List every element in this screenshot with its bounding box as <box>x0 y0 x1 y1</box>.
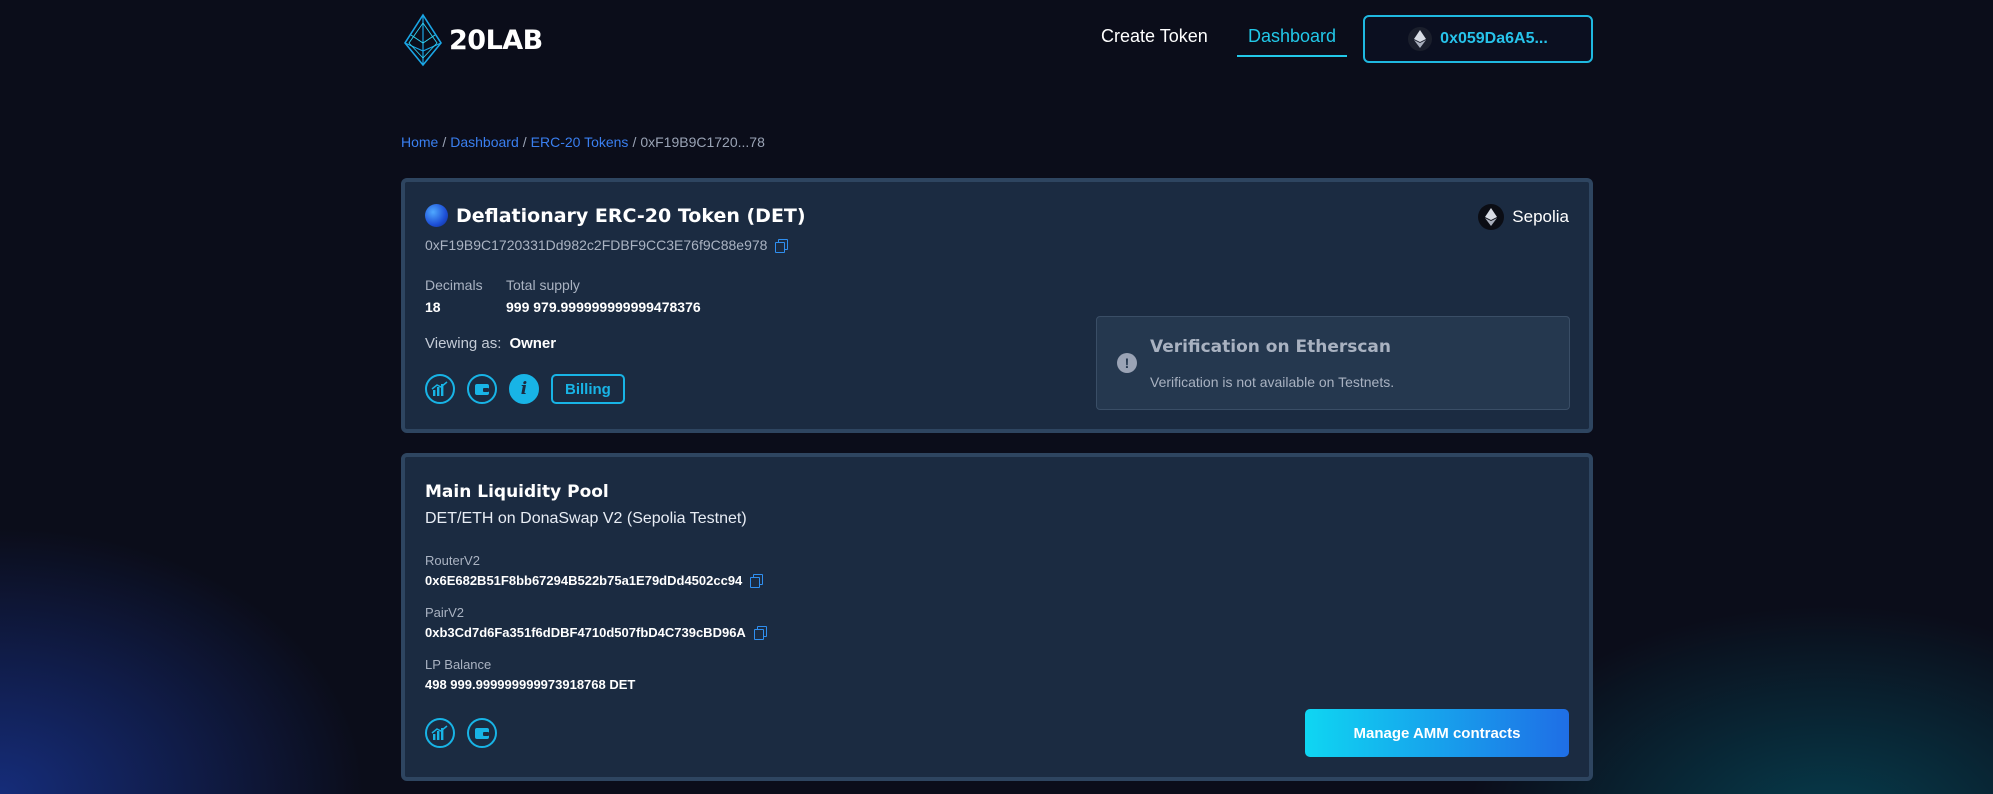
verification-title: Verification on Etherscan <box>1150 337 1391 357</box>
copy-icon[interactable] <box>750 574 764 588</box>
router-address: 0x6E682B51F8bb67294B522b75a1E79dDd4502cc… <box>425 573 743 588</box>
chart-icon[interactable] <box>425 718 455 748</box>
viewing-as-label: Viewing as: <box>425 335 502 352</box>
copy-icon[interactable] <box>775 238 789 253</box>
verification-panel: ! Verification on Etherscan Verification… <box>1096 316 1570 410</box>
pool-actions <box>425 718 509 748</box>
breadcrumb-current: 0xF19B9C1720...78 <box>640 134 765 150</box>
decimals-label: Decimals <box>425 277 483 293</box>
total-supply-value: 999 979.999999999999478376 <box>506 299 701 315</box>
router-value: 0x6E682B51F8bb67294B522b75a1E79dDd4502cc… <box>425 573 764 588</box>
breadcrumb-separator: / <box>522 134 527 150</box>
pool-title: Main Liquidity Pool <box>425 482 609 502</box>
pair-label: PairV2 <box>425 605 465 620</box>
logo-text: 20LAB <box>449 24 543 56</box>
info-icon-glyph: i <box>520 379 528 399</box>
ethereum-icon <box>1408 27 1433 51</box>
wallet-icon[interactable] <box>467 718 497 748</box>
alert-icon: ! <box>1117 353 1137 373</box>
token-actions: i Billing <box>425 374 625 404</box>
token-name: Deflationary ERC-20 Token (DET) <box>456 204 806 227</box>
wallet-icon[interactable] <box>467 374 497 404</box>
pair-address: 0xb3Cd7d6Fa351f6dDBF4710d507fbD4C739cBD9… <box>425 625 746 640</box>
verification-subtitle: Verification is not available on Testnet… <box>1150 374 1395 390</box>
token-header: Deflationary ERC-20 Token (DET) <box>425 204 806 227</box>
router-label: RouterV2 <box>425 553 480 568</box>
decimals-value: 18 <box>425 299 441 315</box>
lp-balance-value: 498 999.999999999973918768 DET <box>425 677 636 692</box>
top-nav: 20LAB Create Token Dashboard 0x059Da6A5.… <box>401 0 1593 80</box>
viewing-as: Viewing as: Owner <box>425 335 556 352</box>
lp-balance-label: LP Balance <box>425 657 492 672</box>
logo[interactable]: 20LAB <box>401 13 543 67</box>
logo-icon <box>404 13 442 67</box>
total-supply-label: Total supply <box>506 277 580 293</box>
breadcrumb-erc20-tokens[interactable]: ERC-20 Tokens <box>531 134 629 150</box>
nav-create-token[interactable]: Create Token <box>1101 26 1208 47</box>
breadcrumb: Home / Dashboard / ERC-20 Tokens/0xF19B9C172… <box>401 134 765 150</box>
router-field: RouterV2 0x6E682B51F8bb67294B522b75a1E79… <box>425 553 764 588</box>
page: 20LAB Create Token Dashboard 0x059Da6A5.… <box>401 0 1593 781</box>
network-name: Sepolia <box>1512 207 1569 226</box>
chart-icon[interactable] <box>425 374 455 404</box>
pair-value: 0xb3Cd7d6Fa351f6dDBF4710d507fbD4C739cBD9… <box>425 625 767 640</box>
network-badge: Sepolia <box>1478 204 1569 230</box>
liquidity-pool-card: Main Liquidity Pool DET/ETH on DonaSwap … <box>401 453 1593 781</box>
decimals-stat: Decimals 18 <box>425 277 483 315</box>
token-address: 0xF19B9C1720331Dd982c2FDBF9CC3E76f9C88e9… <box>425 237 789 253</box>
pair-field: PairV2 0xb3Cd7d6Fa351f6dDBF4710d507fbD4C… <box>425 605 767 640</box>
copy-icon[interactable] <box>753 626 767 640</box>
wallet-address: 0x059Da6A5... <box>1440 30 1548 47</box>
token-card: Deflationary ERC-20 Token (DET) Sepolia … <box>401 178 1593 433</box>
breadcrumb-home[interactable]: Home <box>401 134 438 150</box>
total-supply-stat: Total supply 999 979.999999999999478376 <box>506 277 701 315</box>
ethereum-icon <box>1478 204 1505 230</box>
lp-balance-field: LP Balance 498 999.999999999973918768 DE… <box>425 657 635 692</box>
info-icon[interactable]: i <box>509 374 539 404</box>
viewing-as-role: Owner <box>509 335 557 352</box>
token-address-text: 0xF19B9C1720331Dd982c2FDBF9CC3E76f9C88e9… <box>425 237 768 253</box>
breadcrumb-separator: / <box>632 134 637 150</box>
breadcrumb-dashboard[interactable]: Dashboard <box>450 134 519 150</box>
billing-button[interactable]: Billing <box>551 374 625 404</box>
nav-dashboard[interactable]: Dashboard <box>1237 26 1348 57</box>
manage-amm-contracts-button[interactable]: Manage AMM contracts <box>1305 709 1569 757</box>
pool-subtitle: DET/ETH on DonaSwap V2 (Sepolia Testnet) <box>425 510 747 527</box>
token-logo-icon <box>425 204 448 227</box>
breadcrumb-separator: / <box>442 134 447 150</box>
wallet-button[interactable]: 0x059Da6A5... <box>1363 15 1593 63</box>
